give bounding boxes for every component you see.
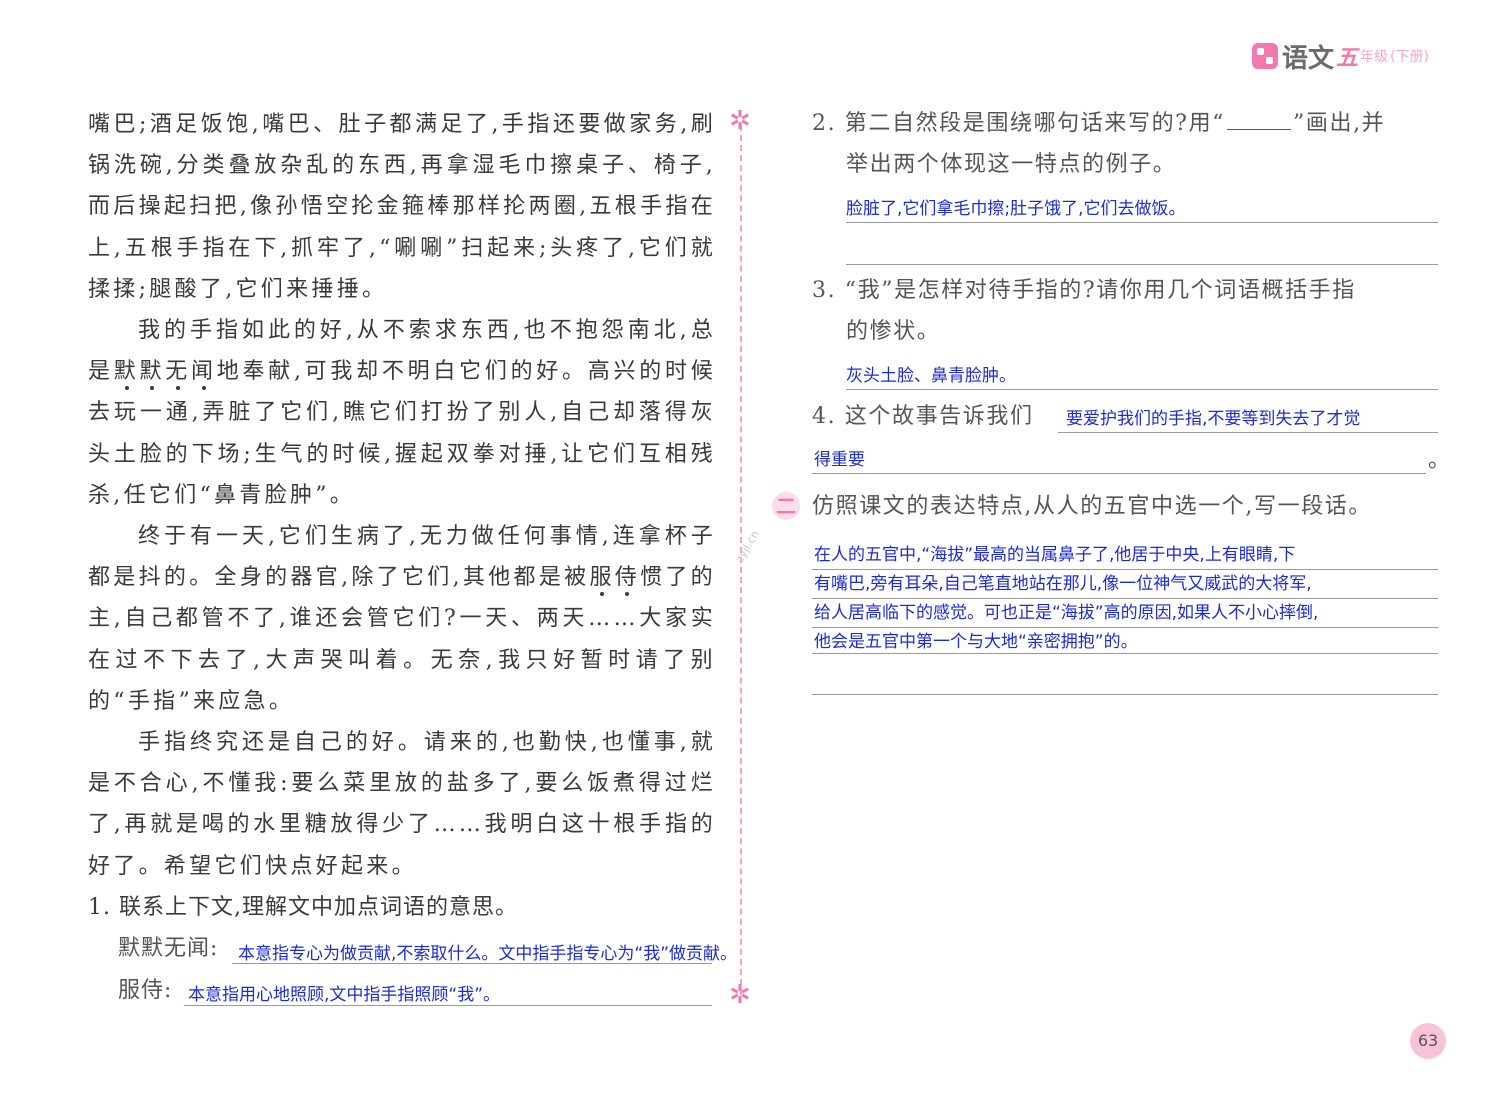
question-2-prompt-line2: 举出两个体现这一特点的例子。 (846, 152, 1177, 177)
section-2-badge: 二 (772, 492, 800, 520)
underline-blank (1227, 107, 1292, 130)
handwritten-answer: 他会是五官中第一个与大地“亲密拥抱”的。 (814, 632, 1138, 652)
watermark: zyjl.cn (733, 528, 762, 565)
passage-paragraph: 嘴巴;酒足饭饱,嘴巴、肚子都满足了,手指还要做家务,刷锅洗碗,分类叠放杂乱的东西… (88, 112, 716, 302)
answer-line: 要爱护我们的手指,不要等到失去了才觉 (1058, 402, 1438, 433)
subject-title: 语文 (1282, 43, 1335, 74)
handwritten-answer: 本意指用心地照顾,文中指手指照顾“我”。 (188, 985, 501, 1005)
page-number: 63 (1410, 1023, 1446, 1059)
answer-line: 得重要 (812, 443, 1426, 474)
answer-line: 给人居高临下的感觉。可也正是“海拔”高的原因,如果人不小心摔倒, (812, 598, 1438, 628)
q1-item-label-1: 默默无闻: (118, 936, 219, 961)
answer-line: 脸脏了,它们拿毛巾擦;肚子饿了,它们去做饭。 (846, 192, 1438, 223)
handwritten-answer: 得重要 (814, 450, 865, 470)
question-2-prompt: 2. 第二自然段是围绕哪句话来写的?用“ ”画出,并 (812, 103, 1385, 144)
passage-paragraph: 我的手指如此的好,从不索求东西,也不抱怨南北,总是默默无闻地奉献,可我却不明白它… (88, 318, 717, 508)
answer-line: 他会是五官中第一个与大地“亲密拥抱”的。 (812, 627, 1438, 654)
question-1-prompt: 1. 联系上下文,理解文中加点词语的意思。 (88, 895, 518, 920)
handwritten-answer: 在人的五官中,“海拔”最高的当属鼻子了,他居于中央,上有眼睛,下 (814, 545, 1296, 565)
sentence-end-mark: 。 (1428, 448, 1452, 473)
answer-line (846, 234, 1438, 265)
question-3-prompt-line2: 的惨状。 (846, 319, 941, 344)
handwritten-answer: 给人居高临下的感觉。可也正是“海拔”高的原因,如果人不小心摔倒, (814, 603, 1319, 623)
handwritten-answer: 灰头土脸、鼻青脸肿。 (846, 366, 1016, 386)
handwritten-answer: 本意指专心为做贡献,不索取什么。文中指手指专心为“我”做贡献。 (238, 944, 738, 964)
header-logo: 语文 五 年级 (下册) (1252, 36, 1429, 76)
q1-item-label-2: 服侍: (118, 978, 173, 1003)
reading-passage: 嘴巴;酒足饭饱,嘴巴、肚子都满足了,手指还要做家务,刷锅洗碗,分类叠放杂乱的东西… (88, 104, 716, 887)
answer-line (812, 666, 1438, 695)
dotted-keyword: 默默无闻 (113, 359, 217, 385)
question-4-prompt: 4. 这个故事告诉我们 (812, 404, 1034, 429)
answer-line: 本意指用心地照顾,文中指手指照顾“我”。 (184, 977, 712, 1006)
section-2-prompt: 仿照课文的表达特点,从人的五官中选一个,写一段话。 (812, 494, 1372, 519)
answer-line: 灰头土脸、鼻青脸肿。 (846, 359, 1438, 390)
dotted-keyword: 服侍 (589, 565, 641, 591)
handwritten-answer: 脸脏了,它们拿毛巾擦;肚子饿了,它们去做饭。 (846, 199, 1186, 219)
star-icon: ✲ (729, 980, 751, 1010)
answer-line: 在人的五官中,“海拔”最高的当属鼻子了,他居于中央,上有眼睛,下 (812, 540, 1438, 570)
star-icon: ✲ (729, 106, 751, 136)
handwritten-answer: 有嘴巴,旁有耳朵,自己笔直地站在那儿,像一位神气又威武的大将军, (814, 574, 1312, 594)
passage-paragraph: 手指终究还是自己的好。请来的,也勤快,也懂事,就是不合心,不懂我:要么菜里放的盐… (88, 730, 716, 879)
logo-badge-icon (1252, 43, 1278, 69)
handwritten-answer: 要爱护我们的手指,不要等到失去了才觉 (1066, 409, 1361, 429)
passage-paragraph: 终于有一天,它们生病了,无力做任何事情,连拿杯子都是抖的。全身的器官,除了它们,… (88, 524, 716, 714)
answer-line: 有嘴巴,旁有耳朵,自己笔直地站在那儿,像一位神气又威武的大将军, (812, 569, 1438, 599)
grade-suffix: 年级 (1360, 49, 1389, 65)
volume-label: (下册) (1390, 49, 1429, 65)
question-3-prompt: 3. “我”是怎样对待手指的?请你用几个词语概括手指 (812, 278, 1356, 303)
answer-line: 本意指专心为做贡献,不索取什么。文中指手指专心为“我”做贡献。 (232, 935, 737, 964)
grade-number: 五 (1336, 46, 1359, 71)
